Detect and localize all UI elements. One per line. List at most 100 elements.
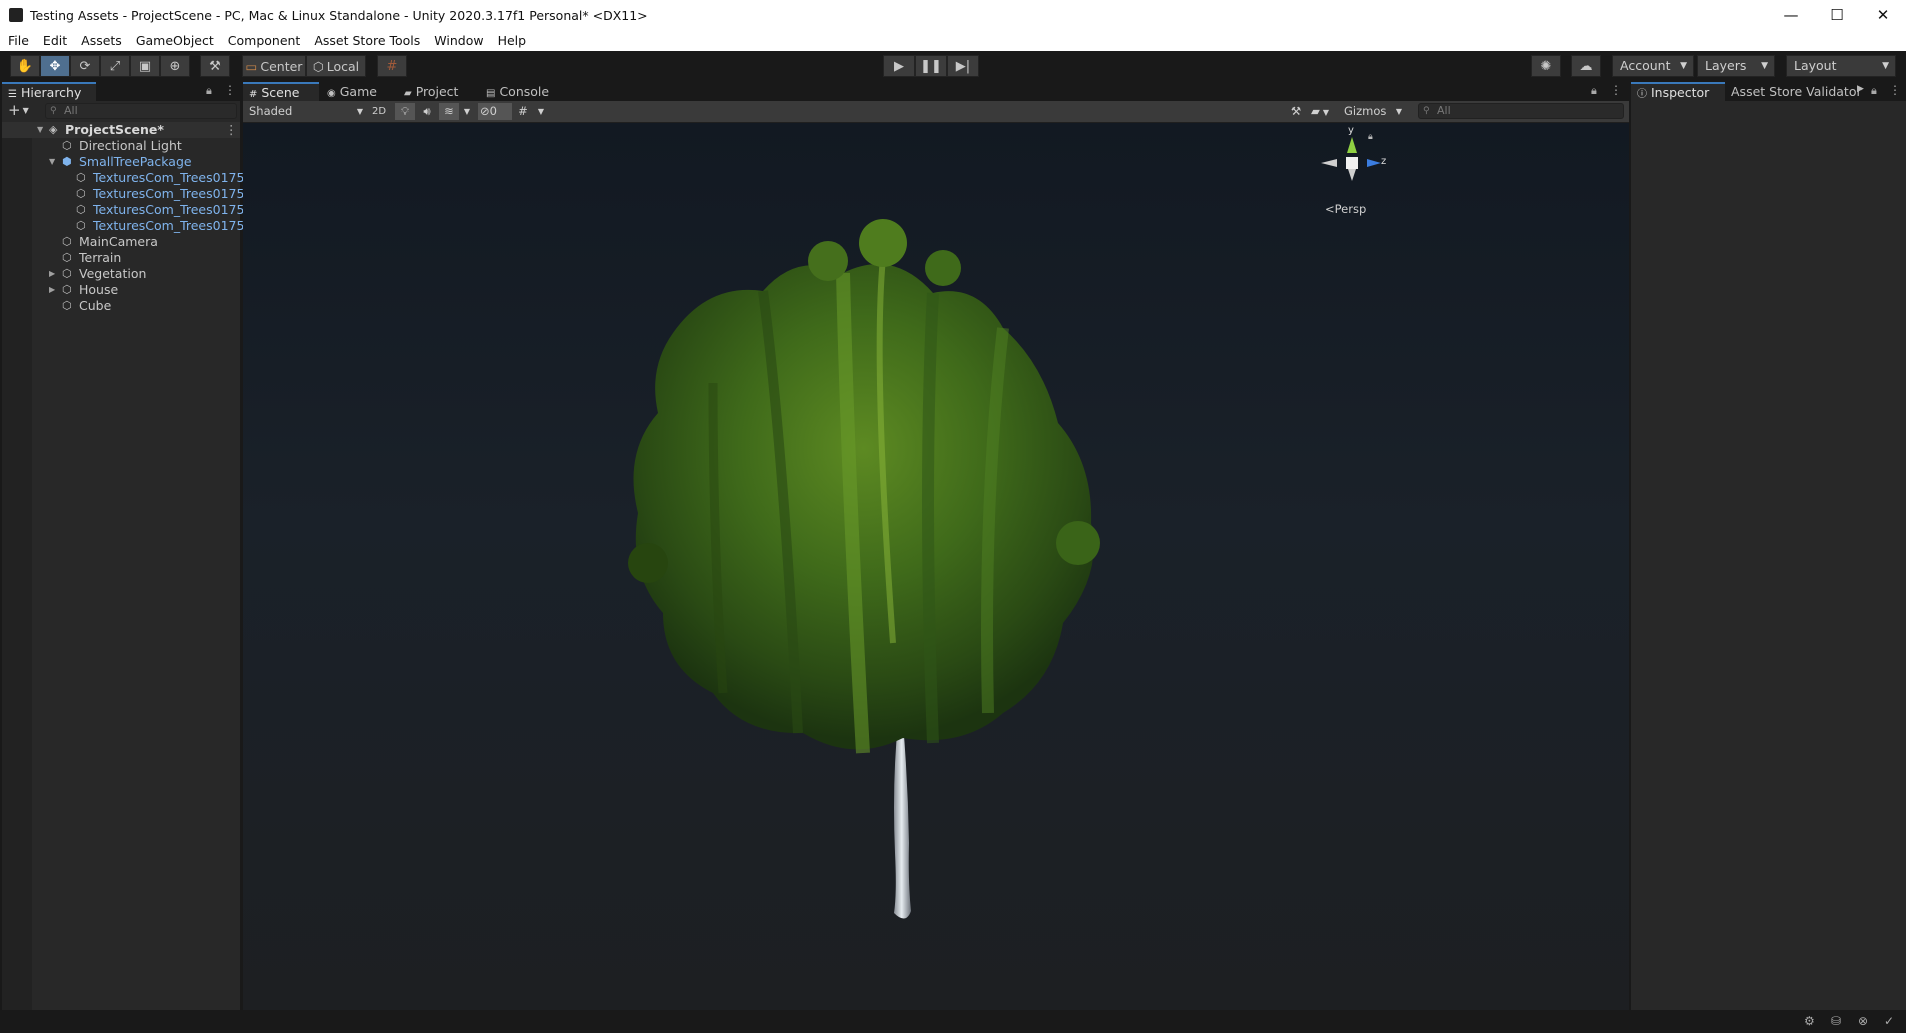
tab-hierarchy[interactable]: ☰ Hierarchy — [2, 82, 96, 101]
orientation-gizmo[interactable]: y z — [1315, 125, 1389, 199]
list-item[interactable]: ⬡ TexturesCom_Trees0175_ — [2, 218, 251, 234]
menu-help[interactable]: Help — [491, 30, 534, 51]
scene-audio-toggle[interactable]: 🔊︎ — [417, 103, 437, 120]
network-icon[interactable]: ⊗ — [1858, 1014, 1868, 1028]
rect-tool-button[interactable]: ▣ — [130, 55, 160, 77]
layout-dropdown[interactable]: Layout ▼ — [1786, 55, 1896, 77]
scene-tools-button[interactable]: ⚒ — [1286, 103, 1306, 120]
scale-tool-button[interactable]: ⤢ — [100, 55, 130, 77]
chevron-down-icon: ▼ — [1761, 61, 1768, 71]
gameobject-icon: ⬡ — [62, 267, 72, 280]
step-button[interactable]: ▶| — [947, 55, 979, 77]
list-item[interactable]: ⬡ Directional Light — [2, 138, 240, 154]
kebab-menu-icon[interactable]: ⋮ — [1889, 83, 1901, 97]
scene-row[interactable]: ▼ ◈ ProjectScene* ⋮ — [2, 122, 240, 138]
projection-toggle[interactable]: <Persp — [1325, 202, 1366, 216]
kebab-menu-icon[interactable]: ⋮ — [224, 83, 236, 97]
tab-console[interactable]: ▤ Console — [480, 82, 560, 101]
custom-tool-button[interactable]: ⚒ — [200, 55, 230, 77]
menu-edit[interactable]: Edit — [36, 30, 74, 51]
toggle-2d-button[interactable]: 2D — [368, 103, 390, 120]
camera-dropdown[interactable]: ▰ ▼ — [1311, 103, 1339, 120]
menu-file[interactable]: File — [0, 30, 36, 51]
menu-asset-store-tools[interactable]: Asset Store Tools — [307, 30, 427, 51]
scene-grid-toggle[interactable]: # — [513, 103, 533, 120]
projection-label: Persp — [1334, 202, 1367, 216]
project-tab-label: Project — [415, 84, 459, 99]
list-item[interactable]: ⬡ TexturesCom_Trees0175_ — [2, 186, 251, 202]
collapsed-arrow-icon[interactable]: ▶ — [49, 282, 55, 298]
game-tab-label: Game — [339, 84, 377, 99]
gizmo-z-label: z — [1381, 156, 1387, 167]
tab-project[interactable]: ▰ Project — [398, 82, 470, 101]
list-item[interactable]: ▼ ⬢ SmallTreePackage — [2, 154, 240, 170]
database-icon[interactable]: ⛁ — [1831, 1014, 1841, 1028]
scene-name: ProjectScene* — [65, 122, 164, 137]
layers-dropdown[interactable]: Layers ▼ — [1697, 55, 1775, 77]
lock-icon[interactable]: 🔒︎ — [1368, 132, 1373, 142]
menu-bar: File Edit Assets GameObject Component As… — [0, 30, 1906, 51]
transform-tool-button[interactable]: ⊕ — [160, 55, 190, 77]
effects-dropdown[interactable]: ▼ — [461, 103, 473, 120]
gizmos-dropdown[interactable]: Gizmos ▼ — [1344, 103, 1402, 120]
menu-assets[interactable]: Assets — [74, 30, 129, 51]
shading-mode-dropdown[interactable]: Shaded ▼ — [246, 103, 367, 120]
expanded-arrow-icon[interactable]: ▼ — [49, 154, 55, 170]
menu-window[interactable]: Window — [427, 30, 490, 51]
scene-lighting-toggle[interactable]: 💡︎ — [395, 103, 415, 120]
tab-scroll-right-icon[interactable]: ▶ — [1857, 84, 1864, 94]
hierarchy-search-input[interactable]: ⚲ All — [45, 103, 237, 119]
unity-scene-icon: ◈ — [49, 123, 58, 136]
grid-snap-icon: # — [386, 58, 398, 74]
list-item[interactable]: ▶ ⬡ House — [2, 282, 240, 298]
minimize-button[interactable]: — — [1768, 0, 1814, 30]
pivot-local-button[interactable]: ⬡ Local — [306, 55, 366, 77]
menu-gameobject[interactable]: GameObject — [129, 30, 221, 51]
add-button[interactable]: + ▼ — [8, 101, 29, 119]
close-button[interactable]: ✕ — [1860, 0, 1906, 30]
tab-game[interactable]: ◉ Game — [321, 82, 391, 101]
account-dropdown[interactable]: Account ▼ — [1612, 55, 1694, 77]
scene-effects-toggle[interactable]: ≋ — [439, 103, 459, 120]
kebab-menu-icon[interactable]: ⋮ — [225, 122, 238, 138]
expanded-arrow-icon[interactable]: ▼ — [37, 122, 43, 138]
cloud-button[interactable]: ☁ — [1571, 55, 1601, 77]
hidden-objects-toggle[interactable]: ⊘0 — [478, 103, 512, 120]
hand-tool-button[interactable]: ✋ — [10, 55, 40, 77]
speaker-icon: 🔊︎ — [423, 104, 431, 118]
list-item[interactable]: ▶ ⬡ Vegetation — [2, 266, 240, 282]
persp-icon: < — [1325, 202, 1335, 216]
move-tool-button[interactable]: ✥ — [40, 55, 70, 77]
tab-inspector[interactable]: ⓘ Inspector — [1631, 82, 1725, 101]
tab-asset-store-validator[interactable]: Asset Store Validator — [1725, 82, 1862, 101]
kebab-menu-icon[interactable]: ⋮ — [1610, 83, 1622, 97]
play-button[interactable]: ▶ — [883, 55, 915, 77]
grid-dropdown[interactable]: ▼ — [535, 103, 547, 120]
scene-search-input[interactable]: ⚲ All — [1418, 103, 1624, 119]
grid-snap-button[interactable]: # — [377, 55, 407, 77]
hierarchy-toolbar: + ▼ ⚲ All — [2, 101, 240, 123]
collapsed-arrow-icon[interactable]: ▶ — [49, 266, 55, 282]
maximize-button[interactable]: ☐ — [1814, 0, 1860, 30]
validator-tab-label: Asset Store Validator — [1731, 84, 1862, 99]
scene-viewport[interactable]: y z 🔒︎ <Persp — [243, 123, 1629, 1010]
list-item[interactable]: ⬡ Cube — [2, 298, 240, 314]
lock-icon[interactable]: 🔒︎ — [1591, 84, 1597, 98]
lock-icon[interactable]: 🔒︎ — [206, 84, 212, 98]
bug-icon[interactable]: ⚙ — [1804, 1014, 1815, 1028]
pivot-center-button[interactable]: ▭ Center — [242, 55, 306, 77]
pause-button[interactable]: ❚❚ — [915, 55, 947, 77]
collab-button[interactable]: ✺ — [1531, 55, 1561, 77]
list-item[interactable]: ⬡ MainCamera — [2, 234, 240, 250]
tab-scene[interactable]: # Scene — [243, 82, 319, 101]
gizmo-y-label: y — [1348, 125, 1354, 136]
lock-icon[interactable]: 🔒︎ — [1871, 84, 1877, 98]
rotate-tool-button[interactable]: ⟳ — [70, 55, 100, 77]
console-icon: ▤ — [486, 88, 496, 99]
folder-icon: ▰ — [404, 88, 412, 99]
menu-component[interactable]: Component — [221, 30, 308, 51]
list-item[interactable]: ⬡ TexturesCom_Trees0175_ — [2, 170, 251, 186]
check-circle-icon[interactable]: ✓ — [1884, 1014, 1894, 1028]
list-item[interactable]: ⬡ Terrain — [2, 250, 240, 266]
list-item[interactable]: ⬡ TexturesCom_Trees0175_ — [2, 202, 251, 218]
